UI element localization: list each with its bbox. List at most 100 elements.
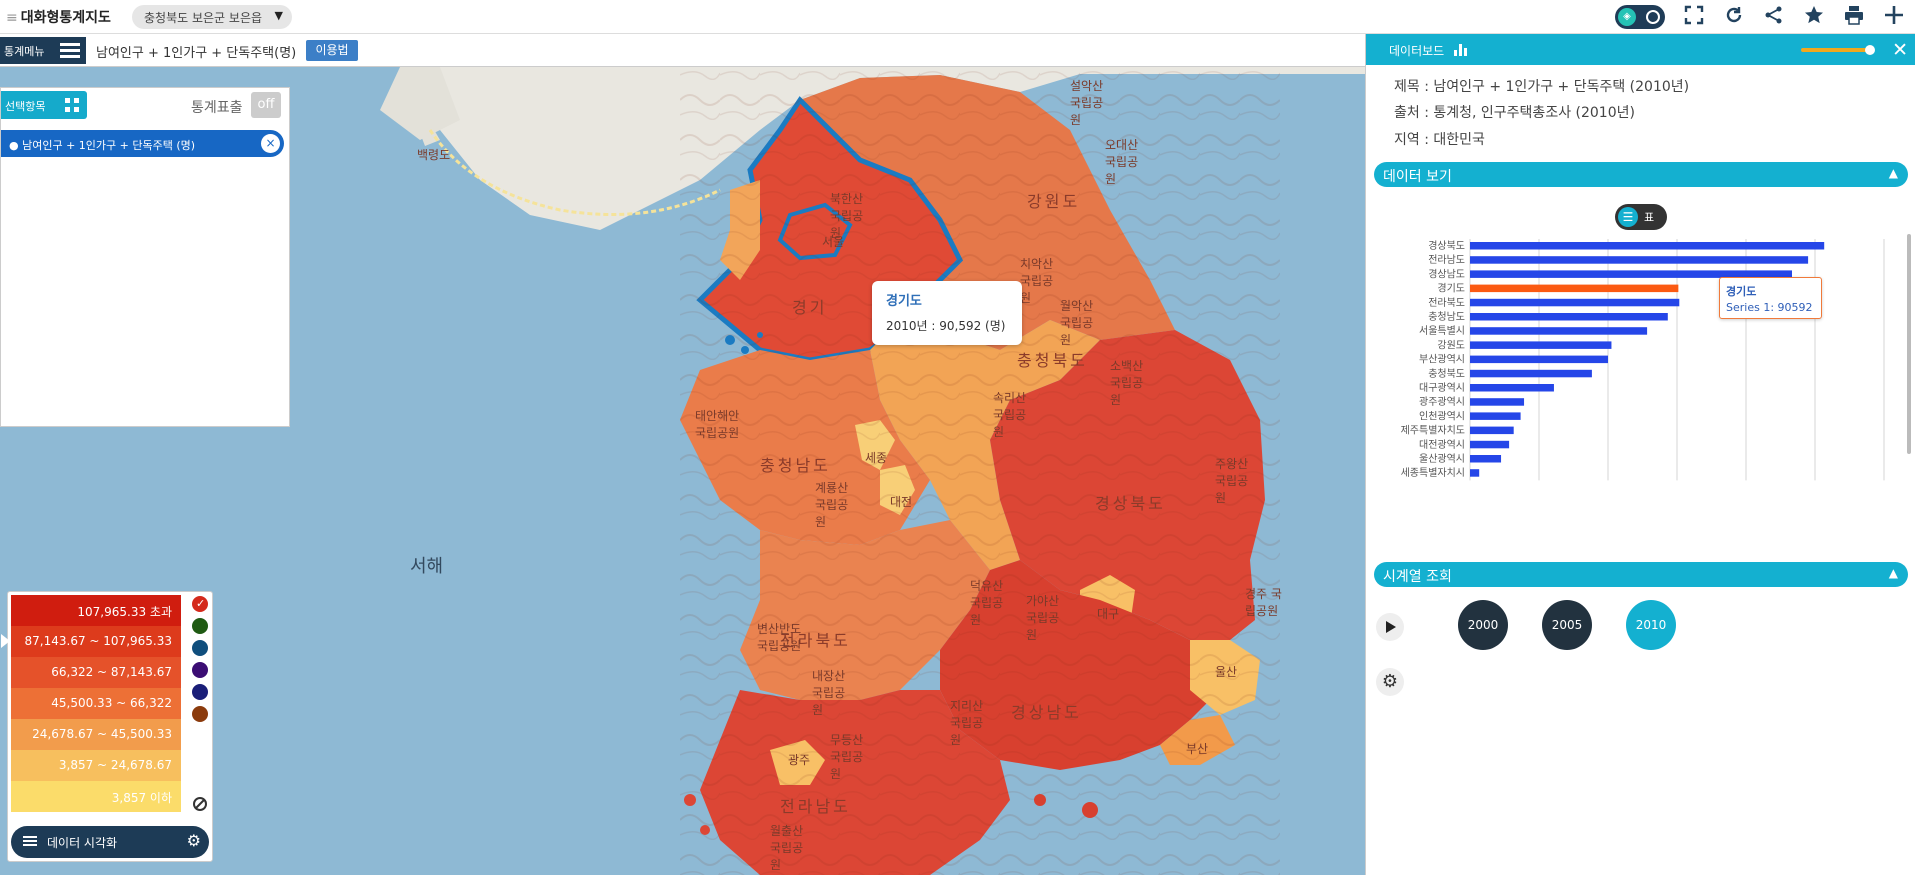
year-2005-button[interactable]: 2005: [1542, 600, 1592, 650]
region-select[interactable]: 충청북도 보은군 보은읍 ▼: [132, 5, 292, 29]
list-icon: [23, 836, 37, 847]
opacity-slider[interactable]: [1801, 45, 1875, 55]
plus-icon[interactable]: [1883, 5, 1905, 30]
bar[interactable]: [1470, 256, 1809, 264]
slider-handle[interactable]: [1865, 45, 1875, 55]
share-icon[interactable]: [1763, 5, 1785, 30]
chart-table-toggle[interactable]: ☰ 표: [1615, 204, 1667, 230]
selection-header[interactable]: 선택항목: [1, 91, 87, 119]
top-toolbar: ◈: [1615, 4, 1905, 30]
play-icon[interactable]: [1376, 613, 1404, 641]
grid-icon: [65, 98, 79, 112]
data-viz-label: 데이터 시각화: [47, 836, 118, 850]
close-icon[interactable]: ✕: [1892, 39, 1908, 61]
stat-display-toggle[interactable]: off: [251, 92, 281, 118]
collapse-icon[interactable]: ▲: [1889, 166, 1898, 180]
bar-category-label: 서울특별시: [1419, 325, 1465, 337]
top-bar: ≡ 대화형통계지도 충청북도 보은군 보은읍 ▼ ◈: [0, 0, 1915, 34]
year-2010-button[interactable]: 2010: [1626, 600, 1676, 650]
label-jeonnam: 전라남도: [780, 797, 851, 816]
bar[interactable]: [1470, 384, 1554, 392]
bar[interactable]: [1470, 469, 1480, 477]
legend-row-7[interactable]: 3,857 이하: [11, 781, 181, 812]
chart-scrollbar[interactable]: [1907, 234, 1911, 454]
bar[interactable]: [1470, 398, 1525, 406]
bar[interactable]: [1470, 284, 1679, 293]
label-gwangju: 광주: [788, 753, 811, 767]
app-title[interactable]: ≡ 대화형통계지도: [6, 7, 111, 27]
legend-row-2[interactable]: 87,143.67 ~ 107,965.33: [11, 626, 181, 657]
label-seoraksan: 설악산 국립공원: [1070, 79, 1104, 127]
bar-category-label: 울산광역시: [1419, 453, 1465, 465]
bar-chart-icon: [1454, 44, 1468, 56]
legend-row-3[interactable]: 66,322 ~ 87,143.67: [11, 657, 181, 688]
print-icon[interactable]: [1843, 5, 1865, 30]
palette-navy-icon[interactable]: [192, 684, 208, 700]
label-wolchulsan: 월출산 국립공원: [770, 824, 804, 872]
map-tooltip-value: 2010년 : 90,592 (명): [886, 319, 1006, 333]
legend-pointer-icon: [1, 634, 10, 648]
timeseries-label: 시계열 조회: [1383, 569, 1452, 585]
bar[interactable]: [1470, 298, 1680, 307]
stat-title: 남여인구 + 1인가구 + 단독주택(명): [96, 46, 297, 61]
help-button[interactable]: 이용법: [306, 40, 358, 61]
table-mode-label[interactable]: 표: [1644, 209, 1654, 225]
label-baengnyeongdo: 백령도: [417, 148, 451, 162]
bar[interactable]: [1470, 369, 1592, 378]
label-juwangsan: 주왕산 국립공원: [1215, 457, 1249, 505]
legend-row-5[interactable]: 24,678.67 ~ 45,500.33: [11, 719, 181, 750]
chart-tooltip: 경기도 Series 1: 90592: [1719, 277, 1822, 319]
bar-chart[interactable]: 경상북도 전라남도 경상남도 경기도 전라북도 충청남도 서울특별시 강원도 부산광역시 충청북도…: [1366, 234, 1915, 534]
reset-icon[interactable]: [193, 797, 207, 811]
bar[interactable]: [1470, 327, 1648, 335]
star-icon[interactable]: [1803, 5, 1825, 30]
legend-row-6[interactable]: 3,857 ~ 24,678.67: [11, 750, 181, 781]
refresh-icon[interactable]: [1723, 5, 1745, 30]
remove-item-icon[interactable]: ×: [261, 134, 280, 153]
bar-chart-svg: 경상북도전라남도경상남도경기도전라북도충청남도서울특별시강원도부산광역시충청북도…: [1401, 234, 1911, 481]
gear-icon[interactable]: ⚙: [187, 831, 201, 850]
palette-red-icon[interactable]: [192, 596, 208, 612]
bar-category-label: 전라남도: [1428, 254, 1465, 266]
menu-lines-icon[interactable]: ≡: [6, 10, 18, 26]
bar[interactable]: [1470, 455, 1502, 463]
palette-green-icon[interactable]: [192, 618, 208, 634]
meta-source: 출처 : 통계청, 인구주택총조사 (2010년): [1394, 105, 1635, 121]
chart-mode-icon[interactable]: ☰: [1618, 207, 1638, 227]
bar[interactable]: [1470, 341, 1612, 349]
legend-row-1[interactable]: 107,965.33 초과: [11, 595, 181, 626]
stat-menu-button[interactable]: 통계메뉴: [0, 37, 86, 64]
timeseries-section[interactable]: 시계열 조회 ▲: [1374, 562, 1908, 587]
label-chungbuk: 충청북도: [1017, 351, 1088, 370]
bar[interactable]: [1470, 313, 1668, 321]
bar-category-label: 부산광역시: [1419, 354, 1465, 366]
palette-purple-icon[interactable]: [192, 662, 208, 678]
3d-toggle-icon[interactable]: ◈: [1615, 5, 1665, 29]
legend: 107,965.33 초과 87,143.67 ~ 107,965.33 66,…: [1, 591, 213, 862]
collapse-icon[interactable]: ▲: [1889, 566, 1898, 580]
palette-teal-icon[interactable]: [192, 640, 208, 656]
fullscreen-icon[interactable]: [1683, 5, 1705, 30]
bar[interactable]: [1470, 426, 1514, 435]
label-naejangsan: 내장산 국립공원: [812, 669, 846, 717]
bar[interactable]: [1470, 440, 1510, 449]
bar[interactable]: [1470, 242, 1825, 250]
bar-category-label: 전라북도: [1428, 297, 1465, 309]
bar-category-label: 광주광역시: [1419, 396, 1465, 408]
bar[interactable]: [1470, 412, 1521, 420]
bar[interactable]: [1470, 355, 1608, 364]
bar-category-label: 충청북도: [1428, 368, 1465, 380]
legend-row-4[interactable]: 45,500.33 ~ 66,322: [11, 688, 181, 719]
settings-gear-icon[interactable]: ⚙: [1376, 668, 1404, 696]
region-select-value: 충청북도 보은군 보은읍: [144, 11, 263, 25]
data-viz-button[interactable]: 데이터 시각화 ⚙: [11, 826, 209, 858]
year-2000-button[interactable]: 2000: [1458, 600, 1508, 650]
bar-category-label: 경상북도: [1428, 239, 1465, 252]
chart-tooltip-title: 경기도: [1726, 285, 1757, 298]
selected-item[interactable]: ● 남여인구 + 1인가구 + 단독주택 (명) ×: [1, 130, 284, 157]
chart-tooltip-value: Series 1: 90592: [1726, 301, 1815, 314]
data-view-section[interactable]: 데이터 보기 ▲: [1374, 162, 1908, 187]
label-gyeonggi: 경기: [792, 298, 828, 317]
label-daegu: 대구: [1097, 607, 1120, 621]
palette-brown-icon[interactable]: [192, 706, 208, 722]
